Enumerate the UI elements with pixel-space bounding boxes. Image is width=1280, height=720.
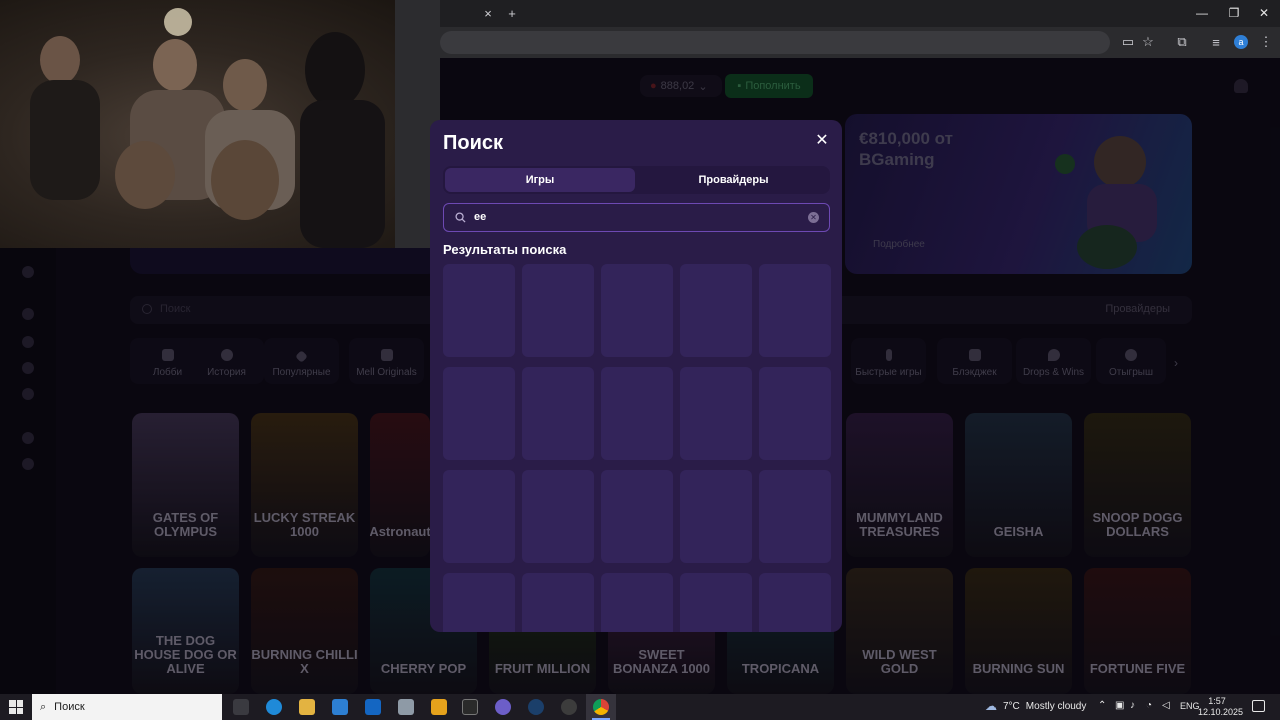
search-input[interactable]: ee ✕	[443, 203, 830, 232]
webcam-overlay	[0, 0, 440, 248]
result-placeholder-card[interactable]	[443, 367, 515, 460]
close-window-button[interactable]: ✕	[1248, 2, 1280, 24]
tray-icon[interactable]: ▣	[1115, 700, 1124, 711]
browser-menu-icon[interactable]: ⋮	[1254, 32, 1278, 52]
windows-start-icon[interactable]	[9, 700, 23, 714]
app-icon[interactable]	[431, 699, 447, 715]
app-icon[interactable]	[398, 699, 414, 715]
tab-games[interactable]: Игры	[445, 168, 635, 192]
outlook-icon[interactable]	[365, 699, 381, 715]
address-bar[interactable]	[440, 31, 1110, 54]
edge-icon[interactable]	[266, 699, 282, 715]
media-controls-icon[interactable]: ≡	[1204, 32, 1228, 52]
notifications-icon[interactable]	[1252, 700, 1265, 712]
result-placeholder-card[interactable]	[759, 264, 831, 357]
result-placeholder-card[interactable]	[443, 573, 515, 632]
result-placeholder-card[interactable]	[759, 470, 831, 563]
result-placeholder-card[interactable]	[680, 264, 752, 357]
file-explorer-icon[interactable]	[299, 699, 315, 715]
taskbar-search[interactable]: ⌕ Поиск	[32, 694, 222, 720]
weather-temp: 7°C	[1003, 700, 1020, 712]
search-modal: Поиск ✕ Игры Провайдеры ee ✕ Результаты …	[430, 120, 842, 632]
store-icon[interactable]	[332, 699, 348, 715]
result-placeholder-card[interactable]	[601, 470, 673, 563]
result-placeholder-card[interactable]	[522, 367, 594, 460]
discord-icon[interactable]	[495, 699, 511, 715]
weather-widget[interactable]: ☁ 7°C Mostly cloudy	[985, 699, 1086, 713]
result-placeholder-card[interactable]	[601, 264, 673, 357]
search-icon	[455, 212, 466, 223]
windows-taskbar: ⌕ Поиск ☁ 7°C Mostly cloudy ⌃ ▣ ♪ ◔ ◁ EN…	[0, 694, 1280, 720]
steam-icon[interactable]	[528, 699, 544, 715]
profile-avatar[interactable]: a	[1234, 35, 1248, 49]
chevron-up-icon[interactable]: ⌃	[1098, 700, 1106, 711]
result-placeholder-card[interactable]	[759, 367, 831, 460]
result-placeholder-card[interactable]	[680, 573, 752, 632]
language-indicator[interactable]: ENG	[1180, 701, 1200, 711]
result-placeholder-card[interactable]	[601, 573, 673, 632]
results-grid	[443, 264, 831, 632]
weather-text: Mostly cloudy	[1025, 700, 1087, 712]
result-placeholder-card[interactable]	[522, 264, 594, 357]
result-placeholder-card[interactable]	[522, 470, 594, 563]
results-heading: Результаты поиска	[443, 242, 567, 257]
chrome-icon[interactable]	[593, 699, 609, 715]
network-icon[interactable]: ◔	[1146, 700, 1152, 711]
clear-search-icon[interactable]: ✕	[808, 212, 819, 223]
new-tab-button[interactable]: +	[500, 3, 524, 23]
cloud-icon: ☁	[985, 699, 997, 713]
microphone-icon[interactable]: ♪	[1130, 700, 1135, 711]
webcam-people-image	[30, 0, 440, 248]
result-placeholder-card[interactable]	[680, 470, 752, 563]
extensions-icon[interactable]: ⧉	[1170, 32, 1194, 52]
result-placeholder-card[interactable]	[443, 470, 515, 563]
taskbar-search-label: Поиск	[54, 701, 85, 713]
tab-providers[interactable]: Провайдеры	[639, 168, 828, 192]
restore-button[interactable]: ❐	[1218, 2, 1250, 24]
bookmark-star-icon[interactable]: ☆	[1136, 32, 1160, 52]
obs-icon[interactable]	[561, 699, 577, 715]
clock-time: 1:57	[1208, 696, 1226, 706]
close-icon[interactable]: ✕	[814, 132, 830, 149]
volume-icon[interactable]: ◁	[1162, 700, 1170, 711]
modal-title: Поиск	[443, 132, 504, 154]
result-placeholder-card[interactable]	[443, 264, 515, 357]
result-placeholder-card[interactable]	[759, 573, 831, 632]
tab-close-icon[interactable]: ×	[476, 3, 500, 23]
clock-date: 12.10.2025	[1198, 707, 1244, 717]
search-icon: ⌕	[40, 700, 47, 713]
minimize-button[interactable]: —	[1186, 2, 1218, 24]
epic-games-icon[interactable]	[462, 699, 478, 715]
result-placeholder-card[interactable]	[601, 367, 673, 460]
result-placeholder-card[interactable]	[522, 573, 594, 632]
search-input-value: ee	[474, 211, 487, 223]
result-placeholder-card[interactable]	[680, 367, 752, 460]
taskbar-clock[interactable]: 1:57 12.10.2025	[1198, 696, 1244, 718]
task-view-icon[interactable]	[233, 699, 249, 715]
search-tabs: Игры Провайдеры	[443, 166, 830, 194]
